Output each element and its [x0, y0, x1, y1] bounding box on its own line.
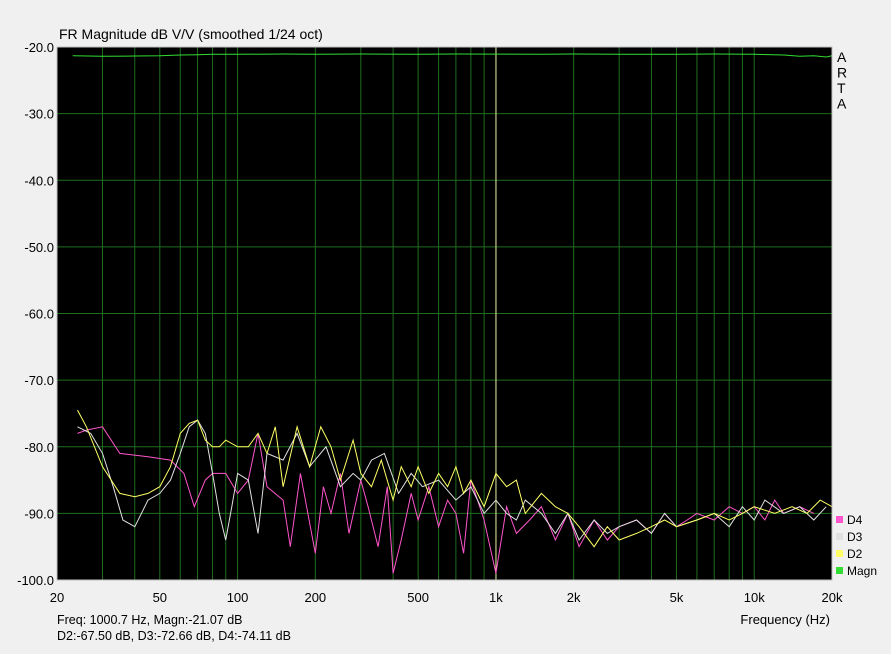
y-tick-label: -20.0: [24, 40, 54, 55]
x-tick-label: 100: [227, 590, 249, 605]
y-tick-label: -90.0: [24, 506, 54, 521]
y-tick-label: -70.0: [24, 373, 54, 388]
y-tick-label: -80.0: [24, 440, 54, 455]
x-tick-label: 20k: [822, 590, 843, 605]
chart-title: FR Magnitude dB V/V (smoothed 1/24 oct): [59, 26, 323, 42]
x-axis: 20 50 100 200 500 1k 2k 5k 10k 20k: [50, 590, 843, 605]
y-tick-label: -30.0: [24, 107, 54, 122]
legend-swatch-d4: [836, 516, 843, 523]
arta-letter: T: [837, 80, 846, 96]
y-tick-label: -60.0: [24, 307, 54, 322]
x-tick-label: 20: [50, 590, 64, 605]
legend-label-magn: Magn: [847, 564, 877, 578]
arta-label: ARTA: [837, 49, 847, 112]
y-tick-label: -100.0: [17, 573, 54, 588]
y-tick-label: -40.0: [24, 173, 54, 188]
x-tick-label: 500: [407, 590, 429, 605]
legend-label-d4: D4: [847, 513, 863, 527]
x-tick-label: 5k: [670, 590, 684, 605]
arta-letter: A: [837, 96, 847, 112]
chart: FR Magnitude dB V/V (smoothed 1/24 oct) …: [17, 26, 877, 627]
x-tick-label: 2k: [567, 590, 581, 605]
arta-letter: R: [837, 65, 847, 81]
cursor-readout-distortion: D2:-67.50 dB, D3:-72.66 dB, D4:-74.11 dB: [57, 629, 291, 643]
legend-label-d2: D2: [847, 547, 863, 561]
legend-label-d3: D3: [847, 530, 863, 544]
x-tick-label: 1k: [489, 590, 503, 605]
y-axis: -20.0 -30.0 -40.0 -50.0 -60.0 -70.0 -80.0 -90.0…: [17, 40, 54, 588]
legend-swatch-magn: [836, 567, 843, 574]
x-axis-label: Frequency (Hz): [740, 612, 830, 627]
arta-letter: A: [837, 49, 847, 65]
x-tick-label: 50: [153, 590, 167, 605]
x-tick-label: 10k: [744, 590, 765, 605]
cursor-readout-freq: Freq: 1000.7 Hz, Magn:-21.07 dB: [57, 613, 243, 627]
legend-swatch-d3: [836, 533, 843, 540]
legend: D4 D3 D2 Magn: [836, 513, 877, 578]
legend-swatch-d2: [836, 550, 843, 557]
y-tick-label: -50.0: [24, 240, 54, 255]
x-tick-label: 200: [304, 590, 326, 605]
